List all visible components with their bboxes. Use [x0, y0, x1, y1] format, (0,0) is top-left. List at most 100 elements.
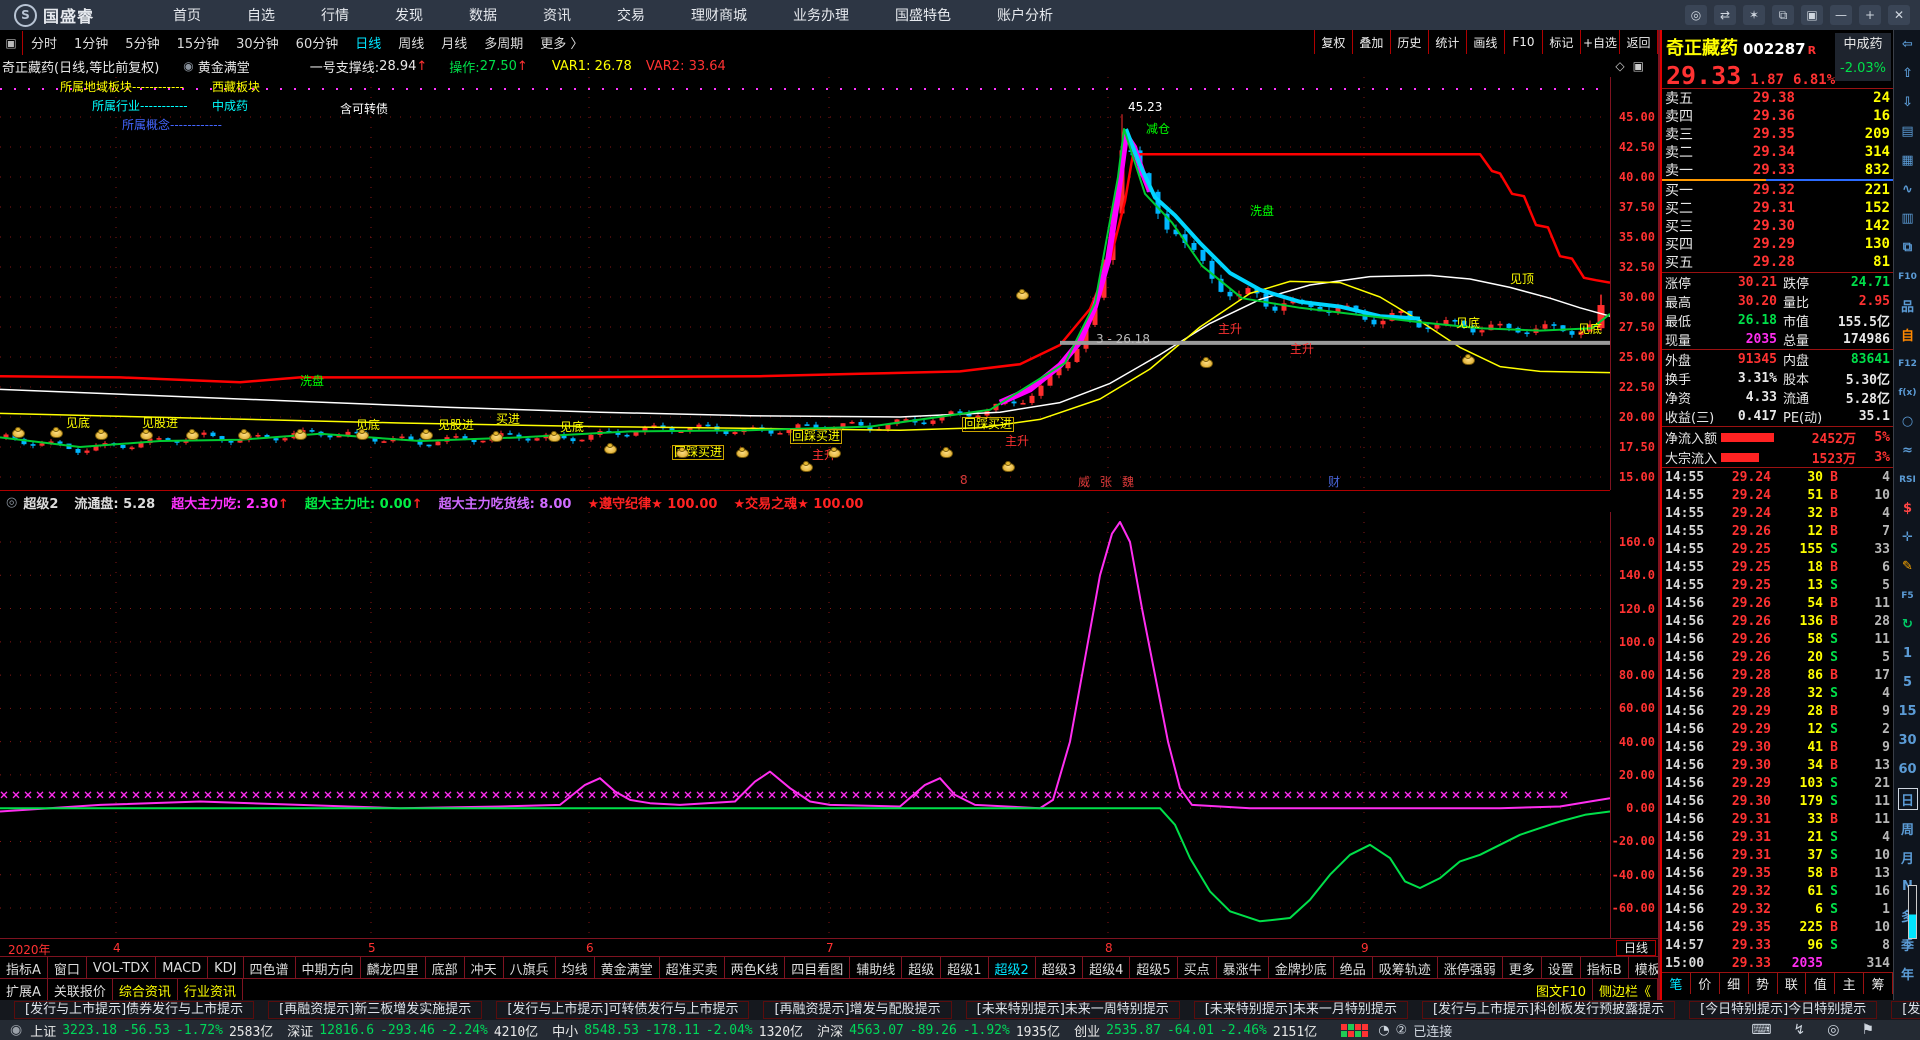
- indicator-tab[interactable]: 买点: [1178, 957, 1217, 979]
- ticker-item[interactable]: [今日特别提示]今日特别提示: [1689, 1001, 1877, 1019]
- ticker-item[interactable]: [未来特别提示]未来一月特别提示: [1194, 1001, 1408, 1019]
- quote-tab[interactable]: 值: [1806, 973, 1835, 994]
- strip-tool-icon[interactable]: 自: [1894, 320, 1920, 349]
- ticker-item[interactable]: [发行与上市提示]科创板发行预披露提示: [1422, 1001, 1675, 1019]
- indicator-tab[interactable]: 四目看图: [785, 957, 850, 979]
- index-quote[interactable]: 创业 2535.87 -64.01 -2.46% 2151亿: [1074, 1021, 1317, 1040]
- menu-item[interactable]: 资讯: [520, 5, 594, 25]
- indicator-tab[interactable]: MACD: [156, 957, 208, 979]
- status-tool-icon[interactable]: ↯: [1793, 1022, 1805, 1038]
- chart-toolbar-button[interactable]: 统计: [1428, 30, 1466, 54]
- indicator-tab[interactable]: 底部: [426, 957, 465, 979]
- menu-item[interactable]: 数据: [446, 5, 520, 25]
- bid-row[interactable]: 买三 29.30 142: [1662, 217, 1893, 235]
- ticker-item[interactable]: [未来特别提示]未来一周特别提示: [966, 1001, 1180, 1019]
- period-tab[interactable]: 30分钟: [236, 33, 279, 52]
- strip-tool-icon[interactable]: ⇧: [1894, 59, 1920, 88]
- quote-tab[interactable]: 笔: [1662, 973, 1691, 994]
- indicator-tab[interactable]: 窗口: [48, 957, 87, 979]
- period-tab[interactable]: 分时: [31, 33, 57, 52]
- ticker-item[interactable]: [再融资提示]增发与配股提示: [763, 1001, 951, 1019]
- period-tab[interactable]: 15分钟: [177, 33, 220, 52]
- window-control-icon[interactable]: ✕: [1888, 5, 1910, 25]
- industry-box[interactable]: 中成药 -2.03%: [1835, 33, 1891, 81]
- info-tab-extra[interactable]: 侧边栏《: [1593, 979, 1658, 1001]
- period-tab[interactable]: 更多 〉: [540, 33, 583, 52]
- strip-tool-icon[interactable]: 年: [1894, 959, 1920, 988]
- bid-row[interactable]: 买一 29.32 221: [1662, 181, 1893, 199]
- chart-toolbar-button[interactable]: 历史: [1390, 30, 1428, 54]
- strip-tool-icon[interactable]: $: [1894, 494, 1920, 523]
- strip-tool-icon[interactable]: F5: [1894, 581, 1920, 610]
- period-tab[interactable]: 月线: [441, 33, 467, 52]
- info-tab[interactable]: 扩展A: [0, 979, 48, 1001]
- window-control-icon[interactable]: ▣: [1801, 5, 1823, 25]
- ask-row[interactable]: 卖五 29.38 24: [1662, 89, 1893, 107]
- ticker-item[interactable]: [再融资提示]新三板增发实施提示: [268, 1001, 482, 1019]
- menu-item[interactable]: 发现: [372, 5, 446, 25]
- strip-tool-icon[interactable]: ⇩: [1894, 88, 1920, 117]
- window-control-icon[interactable]: ⧉: [1772, 5, 1794, 25]
- indicator-tab[interactable]: 超级4: [1083, 957, 1130, 979]
- strip-tool-icon[interactable]: ⧉: [1894, 233, 1920, 262]
- menu-item[interactable]: 首页: [150, 5, 224, 25]
- scrollbar-thumb[interactable]: [1908, 885, 1917, 939]
- strip-tool-icon[interactable]: f(x): [1894, 378, 1920, 407]
- menu-item[interactable]: 理财商城: [668, 5, 770, 25]
- stock-name[interactable]: 奇正藏药: [1666, 34, 1738, 60]
- period-tab[interactable]: 日线: [355, 33, 381, 52]
- info-tab[interactable]: 行业资讯: [178, 979, 243, 1001]
- strip-tool-icon[interactable]: ▤: [1894, 117, 1920, 146]
- chart-toolbar-button[interactable]: F10: [1504, 30, 1542, 54]
- index-quote[interactable]: 沪深 4563.07 -89.26 -1.92% 1935亿: [817, 1021, 1060, 1040]
- window-control-icon[interactable]: +: [1859, 5, 1881, 25]
- quote-tab[interactable]: 筹: [1864, 973, 1893, 994]
- window-control-icon[interactable]: ⇄: [1714, 5, 1736, 25]
- info-tab[interactable]: 综合资讯: [113, 979, 178, 1001]
- strip-tool-icon[interactable]: ⇦: [1894, 30, 1920, 59]
- indicator-tab[interactable]: 暴涨牛: [1217, 957, 1269, 979]
- collapse-icon[interactable]: ◎: [6, 495, 17, 510]
- layout-icon[interactable]: ▣: [0, 31, 23, 55]
- quote-tab[interactable]: 势: [1749, 973, 1778, 994]
- indicator-tab[interactable]: 涨停强弱: [1438, 957, 1503, 979]
- strip-tool-icon[interactable]: 品: [1894, 291, 1920, 320]
- strip-tool-icon[interactable]: 周: [1894, 814, 1920, 843]
- strip-tool-icon[interactable]: 日: [1898, 788, 1918, 810]
- period-tab[interactable]: 1分钟: [74, 33, 108, 52]
- period-tab[interactable]: 5分钟: [125, 33, 159, 52]
- indicator-tab[interactable]: 黄金满堂: [595, 957, 660, 979]
- period-tab[interactable]: 60分钟: [296, 33, 339, 52]
- indicator-tab[interactable]: 更多: [1503, 957, 1542, 979]
- menu-item[interactable]: 业务办理: [770, 5, 872, 25]
- quote-tab[interactable]: 联: [1778, 973, 1807, 994]
- ticker-item[interactable]: [发行与上市提示]: [1891, 1001, 1920, 1019]
- chart-toolbar-button[interactable]: +自选: [1580, 30, 1619, 54]
- strip-tool-icon[interactable]: 1: [1894, 639, 1920, 668]
- indicator-tab[interactable]: 超准买卖: [660, 957, 725, 979]
- index-quote[interactable]: 上证 3223.18 -56.53 -1.72% 2583亿: [30, 1021, 273, 1040]
- indicator-tab[interactable]: KDJ: [208, 957, 243, 979]
- bid-row[interactable]: 买四 29.29 130: [1662, 235, 1893, 253]
- chart-toolbar-button[interactable]: 标记: [1542, 30, 1580, 54]
- strip-tool-icon[interactable]: RSI: [1894, 465, 1920, 494]
- window-control-icon[interactable]: ◎: [1685, 5, 1707, 25]
- strip-tool-icon[interactable]: ≈: [1894, 436, 1920, 465]
- chart-toolbar-button[interactable]: 返回: [1619, 30, 1658, 54]
- ask-row[interactable]: 卖二 29.34 314: [1662, 143, 1893, 161]
- indicator-tab[interactable]: 指标A: [0, 957, 48, 979]
- strip-tool-icon[interactable]: ○: [1894, 407, 1920, 436]
- strategy-dot-icon[interactable]: ◉: [183, 59, 193, 73]
- status-tool-icon[interactable]: ⌨: [1751, 1022, 1771, 1038]
- strategy-name[interactable]: 黄金满堂: [198, 57, 250, 76]
- status-tool-icon[interactable]: ⚑: [1861, 1022, 1874, 1038]
- indicator-tab[interactable]: 均线: [556, 957, 595, 979]
- info-tab[interactable]: 关联报价: [48, 979, 113, 1001]
- strip-tool-icon[interactable]: ✎: [1894, 552, 1920, 581]
- strip-tool-icon[interactable]: 30: [1894, 726, 1920, 755]
- indicator-tab[interactable]: 超级5: [1130, 957, 1177, 979]
- ask-row[interactable]: 卖一 29.33 832: [1662, 161, 1893, 179]
- bid-row[interactable]: 买二 29.31 152: [1662, 199, 1893, 217]
- indicator-tab[interactable]: 超级3: [1036, 957, 1083, 979]
- quote-tab[interactable]: 价: [1691, 973, 1720, 994]
